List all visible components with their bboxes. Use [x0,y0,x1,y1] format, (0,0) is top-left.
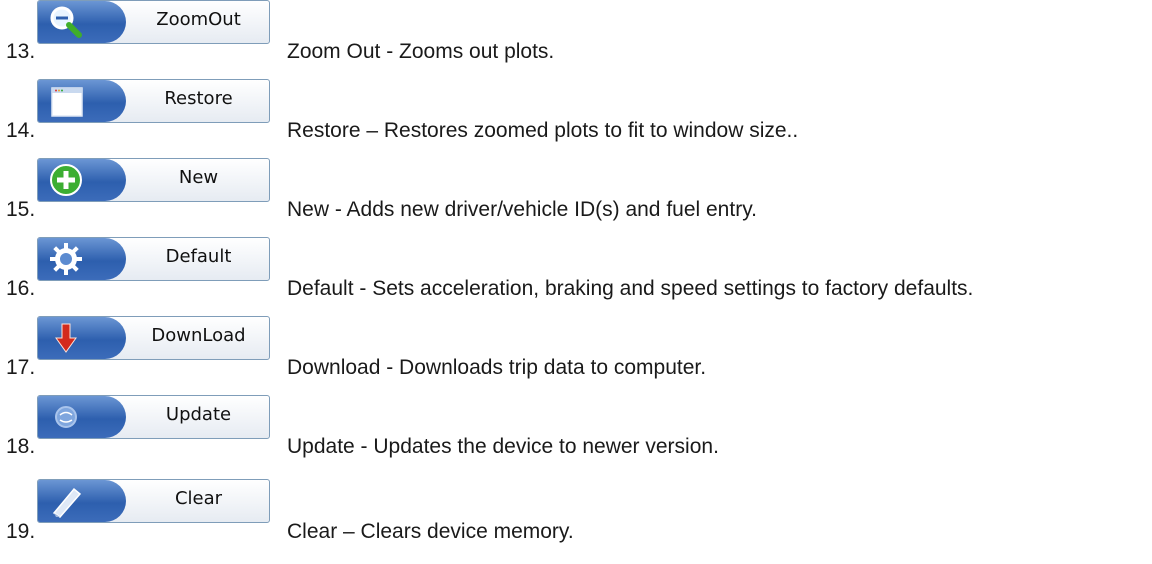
list-item: 18. Update Update - Updates the device t… [0,395,1152,465]
download-arrow-icon [55,323,77,353]
item-number: 19. [6,520,36,543]
zoom-out-icon [50,6,82,38]
item-number: 18. [6,435,36,458]
list-item: 17. DownLoad Download - Downloads trip d… [0,316,1152,386]
button-label: Clear [174,488,223,509]
item-description: Default - Sets acceleration, braking and… [287,277,974,300]
item-description: New - Adds new driver/vehicle ID(s) and … [287,198,757,221]
window-restore-icon [51,87,83,117]
button-label: New [178,167,219,188]
button-label: ZoomOut [156,9,241,30]
plus-circle-icon [50,164,82,196]
item-number: 16. [6,277,36,300]
item-number: 14. [6,119,36,142]
item-description: Restore – Restores zoomed plots to fit t… [287,119,799,142]
gear-icon [50,243,82,275]
button-label: DownLoad [151,325,246,346]
default-button[interactable]: Default [37,237,270,281]
download-button[interactable]: DownLoad [37,316,270,360]
button-label: Update [165,404,232,425]
list-item: 15. New New - Adds new driver/vehicle ID… [0,158,1152,228]
item-description: Clear – Clears device memory. [287,520,574,543]
update-button[interactable]: Update [37,395,270,439]
button-label: Default [165,246,232,267]
item-description: Zoom Out - Zooms out plots. [287,40,555,63]
update-globe-icon [55,406,77,428]
list-item: 13. ZoomOut Zoom Out - Zooms out plots. [0,0,1152,70]
item-number: 17. [6,356,36,379]
eraser-icon [52,487,82,518]
new-button[interactable]: New [37,158,270,202]
list-item: 14. Restore Restore – Restores zoomed pl… [0,79,1152,149]
item-description: Update - Updates the device to newer ver… [287,435,719,458]
zoom-out-button[interactable]: ZoomOut [37,0,270,44]
list-item: 16. Default Default - Sets acceleration,… [0,237,1152,307]
clear-button[interactable]: Clear [37,479,270,523]
item-number: 15. [6,198,36,221]
restore-button[interactable]: Restore [37,79,270,123]
button-label: Restore [164,88,233,109]
item-number: 13. [6,40,36,63]
list-item: 19. Clear Clear – Clears device memory. [0,474,1152,564]
item-description: Download - Downloads trip data to comput… [287,356,707,379]
